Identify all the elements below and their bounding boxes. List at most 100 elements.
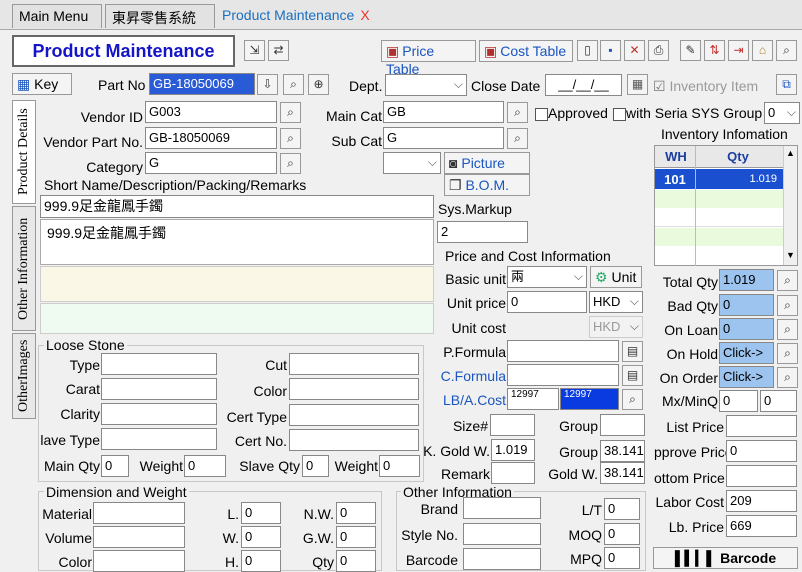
- weight-input[interactable]: 0: [184, 455, 226, 477]
- search-icon[interactable]: ⌕: [777, 270, 798, 291]
- search-icon[interactable]: ⌕: [777, 367, 798, 388]
- type-input[interactable]: [101, 353, 217, 375]
- volume-input[interactable]: [93, 526, 185, 548]
- calculator-icon[interactable]: ▤: [622, 341, 643, 362]
- labor-cost-input[interactable]: 209: [726, 490, 797, 512]
- category-input[interactable]: G: [145, 152, 277, 174]
- search-icon[interactable]: ⌕: [280, 102, 301, 123]
- bad-qty-input[interactable]: 0: [719, 294, 774, 316]
- search-icon[interactable]: ⌕: [280, 153, 301, 174]
- table-row[interactable]: [655, 247, 783, 265]
- scroll-up-icon[interactable]: ▲: [786, 148, 795, 158]
- moq-input[interactable]: 0: [604, 523, 640, 545]
- main-cat-input[interactable]: GB: [383, 101, 504, 123]
- tab-main-menu[interactable]: Main Menu: [12, 4, 102, 28]
- tab-product-details[interactable]: Product Details: [12, 100, 36, 204]
- refresh-icon[interactable]: ⇅: [704, 40, 725, 61]
- tab-other-information[interactable]: Other Information: [12, 206, 36, 331]
- gw-input[interactable]: 0: [336, 526, 376, 548]
- cost-currency-select[interactable]: HKD: [589, 316, 643, 338]
- cert-type-input[interactable]: [289, 404, 419, 426]
- cost-table-button[interactable]: ▣ Cost Table: [479, 40, 573, 62]
- dim-qty-input[interactable]: 0: [336, 550, 376, 572]
- tab-retail-system[interactable]: 東昇零售系統: [105, 4, 215, 28]
- h-input[interactable]: 0: [241, 550, 281, 572]
- a-cost-input[interactable]: 12997: [560, 388, 619, 410]
- vendor-id-input[interactable]: G003: [145, 101, 277, 123]
- size-input[interactable]: [490, 414, 535, 436]
- basic-unit-select[interactable]: 兩: [507, 266, 587, 288]
- save-icon[interactable]: ▪: [600, 40, 621, 61]
- material-input[interactable]: [93, 502, 185, 524]
- unit-price-input[interactable]: 0: [507, 291, 587, 313]
- approve-price-input[interactable]: 0: [726, 440, 797, 462]
- zoom-icon[interactable]: ⊕: [308, 74, 329, 95]
- table-row[interactable]: [655, 228, 783, 246]
- tab-other-images[interactable]: OtherImages: [12, 333, 36, 419]
- close-icon[interactable]: X: [360, 7, 369, 23]
- main-qty-input[interactable]: 0: [101, 455, 129, 477]
- w-input[interactable]: 0: [241, 526, 281, 548]
- sys-group-select[interactable]: 0: [764, 102, 800, 124]
- bottom-price-input[interactable]: [726, 465, 797, 487]
- search-icon[interactable]: ⌕: [283, 74, 304, 95]
- import-icon[interactable]: ⇲: [244, 40, 265, 61]
- sys-markup-input[interactable]: 2: [437, 221, 528, 243]
- sub-select[interactable]: [383, 152, 441, 174]
- short-name-input[interactable]: 999.9足金龍鳳手鐲: [40, 195, 434, 218]
- barcode-input[interactable]: [463, 548, 541, 570]
- style-no-input[interactable]: [463, 523, 541, 545]
- pformula-input[interactable]: [507, 340, 619, 362]
- cut-input[interactable]: [289, 353, 419, 375]
- search-icon[interactable]: ⌕: [507, 128, 528, 149]
- max-qty-input[interactable]: 0: [719, 390, 758, 412]
- scroll-down-icon[interactable]: ▼: [786, 250, 795, 260]
- sub-cat-input[interactable]: G: [383, 127, 504, 149]
- mpq-input[interactable]: 0: [604, 547, 640, 569]
- color-input[interactable]: [289, 378, 419, 400]
- lb-cost-input[interactable]: 12997: [507, 388, 559, 410]
- carat-input[interactable]: [101, 378, 217, 400]
- clarity-input[interactable]: [101, 403, 217, 425]
- total-qty-input[interactable]: 1.019: [719, 269, 774, 291]
- goldw-input[interactable]: 38.141: [600, 462, 645, 484]
- scrollbar[interactable]: ▲ ▼: [783, 146, 797, 265]
- table-row[interactable]: [655, 209, 783, 227]
- find-icon[interactable]: ⌕: [776, 40, 797, 61]
- part-no-input[interactable]: GB-18050069: [149, 73, 255, 95]
- list-price-input[interactable]: [726, 415, 797, 437]
- key-button[interactable]: ▦ Key: [12, 73, 72, 95]
- search-icon[interactable]: ⌕: [622, 389, 643, 410]
- brand-input[interactable]: [463, 497, 541, 519]
- on-hold-input[interactable]: Click->: [719, 342, 774, 364]
- lt-input[interactable]: 0: [604, 498, 640, 520]
- delete-icon[interactable]: ✕: [624, 40, 645, 61]
- inventory-item-checkbox[interactable]: ☑ Inventory Item: [653, 78, 758, 95]
- slave-qty-input[interactable]: 0: [302, 455, 329, 477]
- remarks-textarea[interactable]: [40, 303, 434, 334]
- l-input[interactable]: 0: [241, 502, 281, 524]
- search-icon[interactable]: ⌕: [280, 128, 301, 149]
- dim-color-input[interactable]: [93, 550, 185, 572]
- weight2-input[interactable]: 0: [379, 455, 420, 477]
- barcode-button[interactable]: ▌▍▎▌ Barcode: [653, 547, 798, 569]
- tab-product-maintenance[interactable]: Product Maintenance X: [216, 4, 378, 28]
- search-icon[interactable]: ⌕: [777, 319, 798, 340]
- calculator-icon[interactable]: ▤: [622, 365, 643, 386]
- group2-input[interactable]: 38.141: [600, 440, 645, 462]
- slave-type-input[interactable]: [101, 428, 217, 450]
- dept-select[interactable]: [385, 74, 467, 96]
- min-qty-input[interactable]: 0: [760, 390, 797, 412]
- table-row[interactable]: 101 1.019: [655, 169, 783, 189]
- calendar-icon[interactable]: ▦: [627, 74, 648, 95]
- lookup-icon[interactable]: ⇩: [257, 74, 278, 95]
- nw-input[interactable]: 0: [336, 502, 376, 524]
- tree-icon[interactable]: ⧉: [776, 74, 797, 95]
- approved-checkbox[interactable]: Approved: [535, 105, 608, 121]
- close-date-input[interactable]: __/__/__: [545, 74, 622, 96]
- table-row[interactable]: [655, 190, 783, 208]
- lb-cost-label[interactable]: LB/A.Cost: [440, 392, 506, 408]
- search-icon[interactable]: ⌕: [507, 102, 528, 123]
- currency-select[interactable]: HKD: [589, 291, 643, 313]
- search-icon[interactable]: ⌕: [777, 295, 798, 316]
